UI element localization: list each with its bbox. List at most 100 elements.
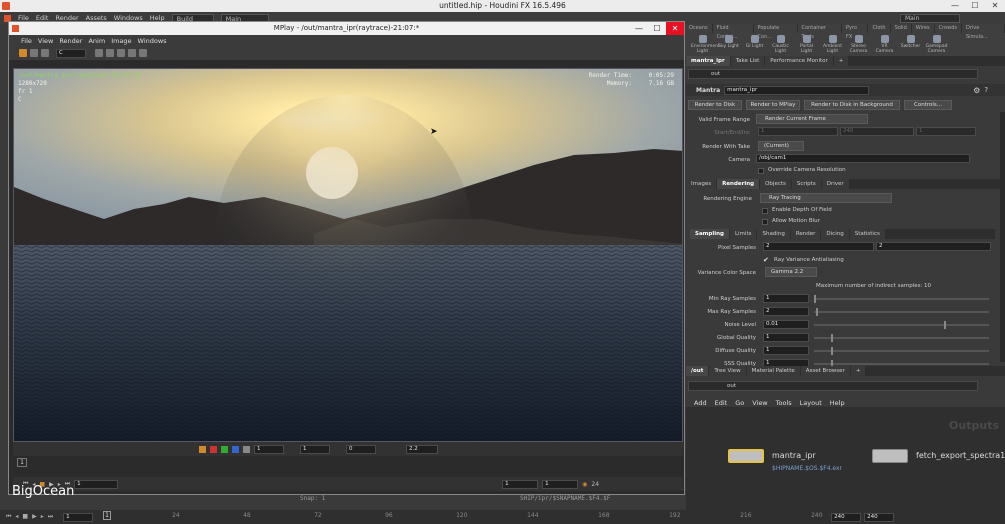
timeline[interactable]: ⏮◂■▶▸⏭ 1 1 24 48 72 96 120 144 168 192 216 240 24… bbox=[0, 510, 1005, 524]
channel-icon[interactable] bbox=[30, 49, 38, 57]
brightness-field[interactable]: 1 bbox=[300, 444, 330, 454]
tab-asset-browser[interactable]: Asset Browser bbox=[800, 366, 850, 376]
shelf-tab-drive[interactable]: Drive Simula... bbox=[962, 24, 1005, 40]
shelf-tab-container[interactable]: Container Tools bbox=[798, 24, 843, 40]
sampling-row-slider[interactable] bbox=[814, 308, 989, 316]
slider-handle[interactable] bbox=[831, 347, 834, 355]
tab-out-network[interactable]: /out bbox=[686, 366, 709, 376]
tab-add-network[interactable]: + bbox=[850, 366, 866, 376]
slider-handle[interactable] bbox=[831, 334, 834, 342]
slider-handle[interactable] bbox=[943, 321, 946, 329]
gamma-field[interactable]: 2.2 bbox=[406, 444, 438, 454]
red-channel-icon[interactable] bbox=[210, 445, 217, 453]
sampling-row-field[interactable]: 0.01 bbox=[763, 320, 809, 329]
override-camera-checkbox[interactable] bbox=[758, 168, 764, 174]
subtab-shading[interactable]: Shading bbox=[757, 229, 790, 239]
tab-add[interactable]: + bbox=[833, 56, 849, 66]
net-menu-add[interactable]: Add bbox=[694, 399, 707, 407]
camera-field[interactable]: /obj/cam1 bbox=[756, 154, 970, 163]
tab-driver[interactable]: Driver bbox=[821, 179, 849, 189]
render-icon[interactable] bbox=[19, 49, 27, 57]
minimize-button[interactable]: — bbox=[945, 0, 965, 12]
sampling-row-field[interactable]: 1 bbox=[763, 333, 809, 342]
tab-objects[interactable]: Objects bbox=[760, 179, 791, 189]
maximize-button[interactable]: ☐ bbox=[965, 0, 985, 12]
sampling-row-field[interactable]: 1 bbox=[763, 294, 809, 303]
sampling-row-slider[interactable] bbox=[814, 334, 989, 342]
shelf-tool-environment-light[interactable]: Environment Light bbox=[691, 35, 720, 54]
channel-dropdown[interactable]: C bbox=[56, 48, 86, 58]
frame-start-field[interactable]: 1 bbox=[502, 479, 539, 489]
lut-icon[interactable] bbox=[41, 49, 49, 57]
shelf-tool-caustic-light[interactable]: Caustic Light bbox=[769, 35, 792, 54]
render-with-take-dropdown[interactable]: (Current) bbox=[758, 141, 804, 151]
valid-frame-range-dropdown[interactable]: Render Current Frame bbox=[756, 114, 868, 124]
snapshot-icon[interactable] bbox=[117, 49, 125, 57]
timeline-ruler[interactable]: 1 24 48 72 96 120 144 168 192 216 240 bbox=[101, 510, 831, 524]
network-editor[interactable]: Outputs mantra_ipr $HIPNAME.$OS.$F4.exr … bbox=[686, 407, 1005, 514]
network-path-bar[interactable]: out bbox=[688, 381, 978, 391]
tab-material-palette[interactable]: Material Palette bbox=[746, 366, 800, 376]
right-desktop-field[interactable]: Main bbox=[900, 14, 960, 23]
net-menu-help[interactable]: Help bbox=[830, 399, 845, 407]
mplay-maximize-button[interactable]: ☐ bbox=[648, 22, 666, 35]
close-button[interactable]: ✕ bbox=[985, 0, 1005, 12]
mplay-menu-file[interactable]: File bbox=[21, 37, 32, 45]
mplay-menu-anim[interactable]: Anim bbox=[88, 37, 105, 45]
shelf-tool-stereo-camera[interactable]: Stereo Camera bbox=[847, 35, 870, 54]
subtab-render[interactable]: Render bbox=[790, 229, 821, 239]
timeline-end-a[interactable]: 240 bbox=[831, 512, 862, 522]
subtab-limits[interactable]: Limits bbox=[729, 229, 757, 239]
timeline-end-b[interactable]: 240 bbox=[864, 512, 895, 522]
sampling-row-field[interactable]: 2 bbox=[763, 307, 809, 316]
tab-tree-view[interactable]: Tree View bbox=[709, 366, 746, 376]
render-background-button[interactable]: Render to Disk in Background bbox=[804, 100, 900, 110]
mplay-menu-image[interactable]: Image bbox=[111, 37, 131, 45]
color-correct-icon[interactable] bbox=[199, 445, 206, 453]
mplay-menu-render[interactable]: Render bbox=[59, 37, 82, 45]
sampling-row-slider[interactable] bbox=[814, 321, 989, 329]
mplay-close-button[interactable]: ✕ bbox=[666, 22, 684, 35]
render-to-disk-button[interactable]: Render to Disk bbox=[688, 100, 742, 110]
tab-images[interactable]: Images bbox=[686, 179, 717, 189]
tab-rendering[interactable]: Rendering bbox=[717, 179, 760, 189]
offset-field[interactable]: 0 bbox=[346, 444, 376, 454]
shelf-tool-gamepad-camera[interactable]: Gamepad Camera bbox=[925, 35, 948, 54]
shelf-tool-gi-light[interactable]: GI Light bbox=[743, 35, 766, 54]
blue-channel-icon[interactable] bbox=[232, 445, 239, 453]
shelf-tool-vr-camera[interactable]: VR Camera bbox=[873, 35, 896, 54]
shelf-tool-sky-light[interactable]: Sky Light bbox=[717, 35, 740, 54]
motion-blur-checkbox[interactable] bbox=[762, 219, 768, 225]
exposure-field[interactable]: 1 bbox=[254, 444, 284, 454]
node-name-field[interactable]: mantra_ipr bbox=[724, 85, 870, 95]
shelf-tab-pyro[interactable]: Pyro FX bbox=[842, 24, 869, 40]
controls-button[interactable]: Controls... bbox=[904, 100, 952, 110]
slider-handle[interactable] bbox=[814, 295, 816, 303]
net-menu-view[interactable]: View bbox=[752, 399, 767, 407]
pixel-samples-x-field[interactable]: 2 bbox=[763, 242, 874, 251]
fps-value[interactable]: 24 bbox=[591, 481, 599, 488]
mplay-menu-view[interactable]: View bbox=[38, 37, 53, 45]
shelf-tool-ambient-light[interactable]: Ambient Light bbox=[821, 35, 844, 54]
variance-color-space-dropdown[interactable]: Gamma 2.2 bbox=[765, 267, 817, 277]
sampling-row-field[interactable]: 1 bbox=[763, 346, 809, 355]
mplay-minimize-button[interactable]: — bbox=[630, 22, 648, 35]
current-frame-field[interactable]: 1 bbox=[74, 479, 119, 489]
timeline-playback-controls[interactable]: ⏮◂■▶▸⏭ bbox=[6, 513, 57, 521]
shelf-tab-crowds[interactable]: Crowds bbox=[935, 24, 962, 33]
subtab-statistics[interactable]: Statistics bbox=[849, 229, 885, 239]
path-bar[interactable]: out bbox=[688, 69, 978, 79]
render-to-mplay-button[interactable]: Render to MPlay bbox=[746, 100, 800, 110]
param-scrollbar[interactable] bbox=[1000, 112, 1005, 362]
zoom-icon[interactable] bbox=[95, 49, 103, 57]
pan-icon[interactable] bbox=[106, 49, 114, 57]
tab-take-list[interactable]: Take List bbox=[730, 56, 765, 66]
node-mantra-ipr[interactable] bbox=[728, 449, 764, 463]
gear-icon[interactable]: ⚙ bbox=[973, 86, 980, 95]
shelf-tab-oceans[interactable]: Oceans bbox=[685, 24, 713, 33]
ray-variance-checkbox[interactable]: ✔ bbox=[763, 256, 769, 264]
subtab-sampling[interactable]: Sampling bbox=[690, 229, 729, 239]
sampling-row-slider[interactable] bbox=[814, 347, 989, 355]
green-channel-icon[interactable] bbox=[221, 445, 228, 453]
net-menu-go[interactable]: Go bbox=[735, 399, 744, 407]
